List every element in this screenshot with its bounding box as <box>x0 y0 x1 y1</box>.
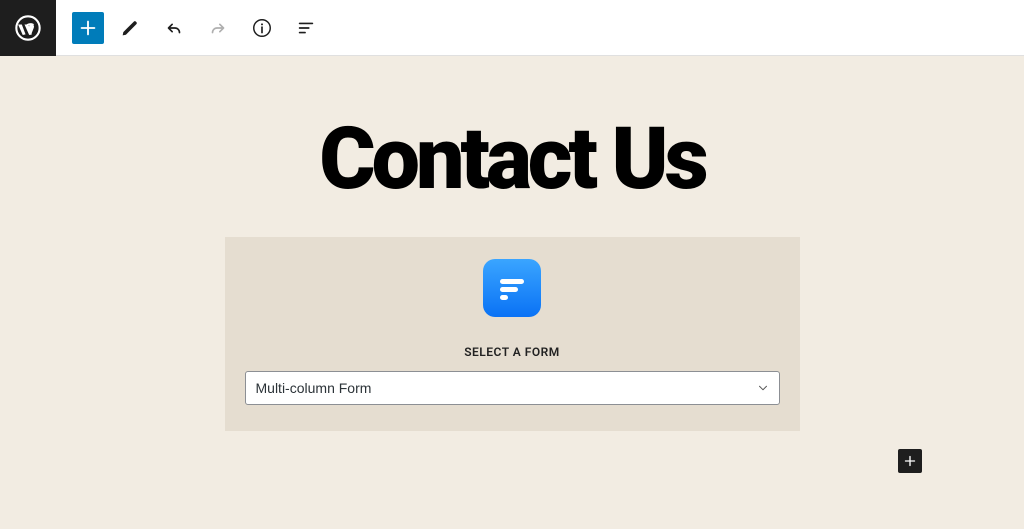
toolbar-actions <box>56 10 324 46</box>
fluent-forms-icon <box>494 270 530 306</box>
fluent-forms-logo <box>483 259 541 317</box>
list-view-icon <box>295 17 317 39</box>
editor-toolbar <box>0 0 1024 56</box>
fluent-forms-block[interactable]: SELECT A FORM Multi-column Form <box>225 237 800 431</box>
select-form-label: SELECT A FORM <box>464 345 560 359</box>
undo-button[interactable] <box>156 10 192 46</box>
info-icon <box>251 17 273 39</box>
list-view-button[interactable] <box>288 10 324 46</box>
redo-icon <box>207 17 229 39</box>
plus-icon <box>901 452 919 470</box>
redo-button <box>200 10 236 46</box>
wordpress-logo-button[interactable] <box>0 0 56 56</box>
pencil-icon <box>119 17 141 39</box>
form-select[interactable]: Multi-column Form <box>245 371 780 405</box>
wordpress-icon <box>14 14 42 42</box>
document-info-button[interactable] <box>244 10 280 46</box>
form-select-wrapper: Multi-column Form <box>245 371 780 405</box>
content-area: Contact Us SELECT A FORM Multi-column Fo… <box>102 56 922 431</box>
page-title[interactable]: Contact Us <box>102 56 922 237</box>
undo-icon <box>163 17 185 39</box>
add-block-inline-button[interactable] <box>898 449 922 473</box>
add-block-button[interactable] <box>72 12 104 44</box>
edit-mode-button[interactable] <box>112 10 148 46</box>
plus-icon <box>77 17 99 39</box>
editor-canvas[interactable]: Contact Us SELECT A FORM Multi-column Fo… <box>0 56 1024 529</box>
